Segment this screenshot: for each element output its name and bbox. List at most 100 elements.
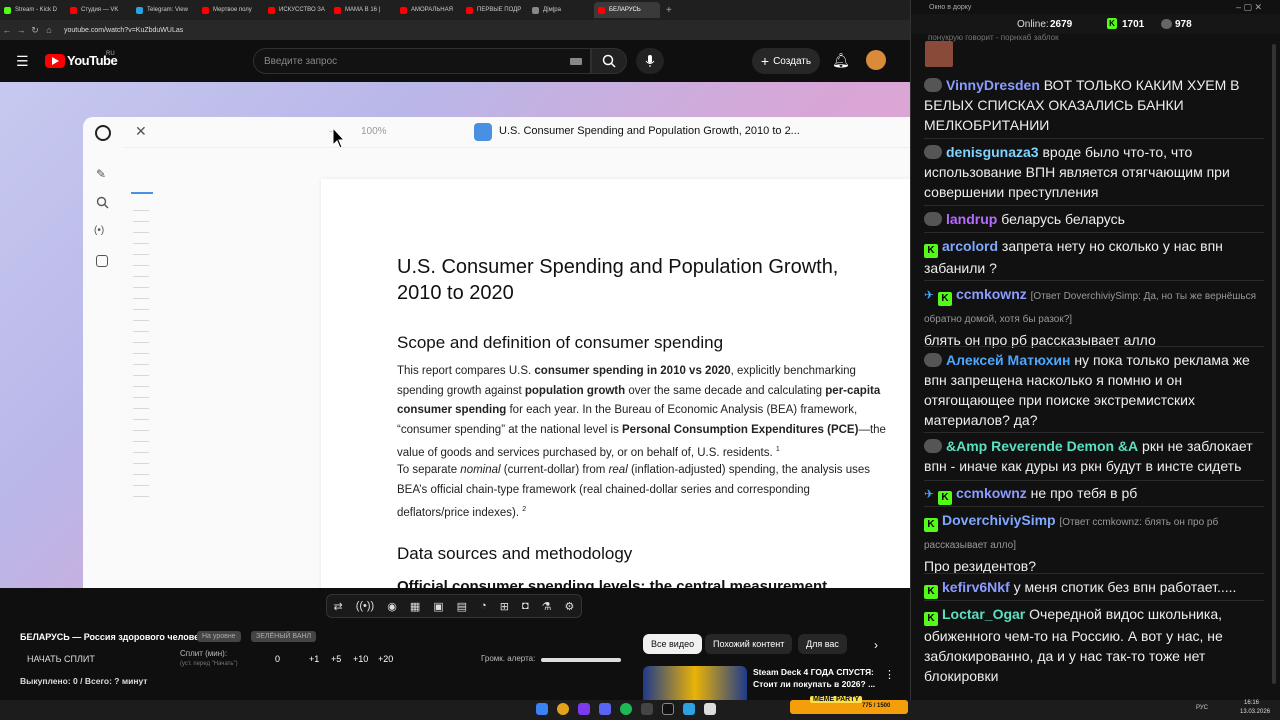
url-field[interactable]: youtube.com/watch?v=KuZbduWULas — [64, 27, 183, 34]
broadcast-icon[interactable]: ((•)) — [356, 600, 375, 612]
app-icon[interactable] — [641, 703, 653, 715]
refresh-icon[interactable]: ⇄ — [334, 600, 343, 613]
new-tab-icon[interactable]: + — [666, 5, 672, 16]
alert-volume-slider[interactable] — [541, 658, 621, 662]
chat-text: у меня спотик без впн работает..... — [1013, 579, 1237, 595]
chip-all-videos[interactable]: Все видео — [643, 634, 703, 654]
chat-username[interactable]: &Amp Reverende Demon &A — [946, 438, 1138, 454]
app-icon[interactable] — [578, 703, 590, 715]
tab-8[interactable]: ПЕРВЫЕ ПОДР — [462, 2, 528, 18]
search-button[interactable] — [591, 48, 627, 74]
tab-active[interactable]: БЕЛАРУСЬ — [594, 2, 660, 18]
chat-username[interactable]: Алексей Матюхин — [946, 352, 1070, 368]
footnote-ref[interactable]: 1 — [776, 446, 780, 453]
tab-label: Telegram: View — [147, 7, 188, 13]
chip-for-you[interactable]: Для вас — [798, 634, 847, 654]
spotify-icon[interactable] — [620, 703, 632, 715]
video-title[interactable]: Steam Deck 4 ГОДА СПУСТЯ: Стоит ли покуп… — [753, 666, 878, 690]
windows-start-icon[interactable] — [536, 703, 548, 715]
divider — [924, 138, 1264, 139]
split-value[interactable]: 0 — [275, 654, 280, 664]
tab-vk[interactable]: Студия — VK — [66, 2, 132, 18]
plus-icon: + — [760, 53, 770, 69]
step-button[interactable]: +5 — [331, 654, 341, 664]
library-icon[interactable] — [96, 255, 108, 267]
chat-username[interactable]: DoverchiviySimp — [942, 512, 1056, 528]
tab-4[interactable]: Мертвое полу — [198, 2, 264, 18]
forward-icon[interactable]: → — [14, 25, 28, 35]
kick-icon — [4, 6, 11, 14]
step-button[interactable]: +10 — [353, 654, 368, 664]
grid-icon[interactable]: ▤ — [457, 600, 467, 613]
youtube-icon — [598, 6, 605, 14]
tab-7[interactable]: АМОРАЛЬНАЯ — [396, 2, 462, 18]
kick-icon: K — [1107, 18, 1117, 29]
tab-6[interactable]: МАМА В 16 | — [330, 2, 396, 18]
tab-telegram[interactable]: Telegram: View — [132, 2, 198, 18]
text: (inflation-adjusted) spending, the analy… — [627, 464, 871, 476]
more-options-icon[interactable]: ⋮ — [884, 668, 895, 681]
edit-icon[interactable]: ✎ — [96, 167, 106, 181]
paragraph-1: This report compares U.S. consumer spend… — [397, 362, 907, 463]
chip-related[interactable]: Похожий контент — [705, 634, 793, 654]
broadcast-icon[interactable]: (•) — [94, 225, 104, 236]
chat-username[interactable]: Loctar_Ogar — [942, 606, 1025, 622]
step-button[interactable]: +1 — [309, 654, 319, 664]
flask-icon[interactable]: ⚗ — [542, 600, 552, 613]
voice-search-button[interactable] — [636, 48, 664, 74]
home-icon[interactable]: ⌂ — [42, 25, 56, 35]
chevron-right-icon[interactable]: › — [874, 638, 878, 652]
expand-icon[interactable]: ⊞ — [500, 600, 509, 613]
window-controls[interactable]: – ▢ ✕ — [1236, 2, 1262, 13]
language-indicator[interactable]: РУС — [1196, 705, 1208, 711]
tab-label: БЕЛАРУСЬ — [609, 7, 641, 13]
chat-username[interactable]: ccmkownz — [956, 485, 1027, 501]
video-thumbnail[interactable] — [643, 666, 747, 700]
chat-username[interactable]: VinnyDresden — [946, 77, 1040, 93]
divider — [924, 280, 1264, 281]
discord-icon[interactable] — [599, 703, 611, 715]
close-icon[interactable]: ✕ — [135, 123, 147, 140]
app-icon[interactable] — [704, 703, 716, 715]
youtube-icon — [466, 6, 473, 14]
gauge-icon[interactable]: ◔ — [480, 600, 487, 612]
search-input[interactable]: Введите запрос — [253, 48, 591, 74]
meme-party-widget[interactable]: MEME PARTY 775 / 1500 — [790, 696, 908, 714]
start-split-button[interactable]: НАЧАТЬ СПЛИТ — [27, 654, 95, 664]
search-icon[interactable] — [96, 196, 109, 209]
chat-username[interactable]: ccmkownz — [956, 286, 1027, 302]
chat-username[interactable]: kefirv6Nkf — [942, 579, 1010, 595]
back-icon[interactable]: ← — [0, 25, 14, 35]
eye-icon[interactable]: ◉ — [387, 600, 397, 613]
menu-icon[interactable]: ☰ — [16, 53, 29, 70]
footnote-ref[interactable]: 2 — [522, 506, 526, 513]
chat-username[interactable]: denisgunaza3 — [946, 144, 1039, 160]
telegram-icon[interactable] — [683, 703, 695, 715]
video-player[interactable]: ✕ – 100% U.S. Consumer Spending and Popu… — [0, 82, 910, 588]
chat-username[interactable]: landrup — [946, 211, 997, 227]
create-button[interactable]: + Создать — [752, 48, 820, 74]
chat-username[interactable]: arcolord — [942, 238, 998, 254]
notifications-icon[interactable]: 🔔︎ — [832, 52, 850, 69]
step-button[interactable]: +20 — [378, 654, 393, 664]
clapper-icon[interactable]: ▦ — [410, 600, 420, 613]
chatgpt-document-window: ✕ – 100% U.S. Consumer Spending and Popu… — [83, 117, 910, 588]
youtube-logo-icon[interactable] — [45, 54, 65, 68]
chrome-icon[interactable] — [557, 703, 569, 715]
reload-icon[interactable]: ↻ — [28, 25, 42, 36]
chat-text: не про тебя в рб — [1030, 485, 1138, 501]
tab-9[interactable]: Д|м|ра — [528, 2, 594, 18]
divider — [123, 147, 910, 148]
tab-kick[interactable]: Stream - Kick D — [0, 2, 66, 18]
tab-5[interactable]: ИСКУССТВО ЗА — [264, 2, 330, 18]
chat-message: landrup беларусь беларусь — [924, 209, 1264, 229]
avatar[interactable] — [866, 50, 886, 70]
other-count: 978 — [1175, 19, 1192, 30]
chat-message: Алексей Матюхин ну пока только реклама ж… — [924, 350, 1264, 430]
camera-icon[interactable]: ◘ — [522, 600, 529, 612]
obs-icon[interactable] — [662, 703, 674, 715]
picture-icon[interactable]: ▣ — [433, 600, 443, 613]
chat-scrollbar[interactable] — [1272, 44, 1276, 684]
gear-icon[interactable]: ⚙ — [564, 600, 574, 613]
keyboard-icon[interactable] — [570, 58, 582, 65]
